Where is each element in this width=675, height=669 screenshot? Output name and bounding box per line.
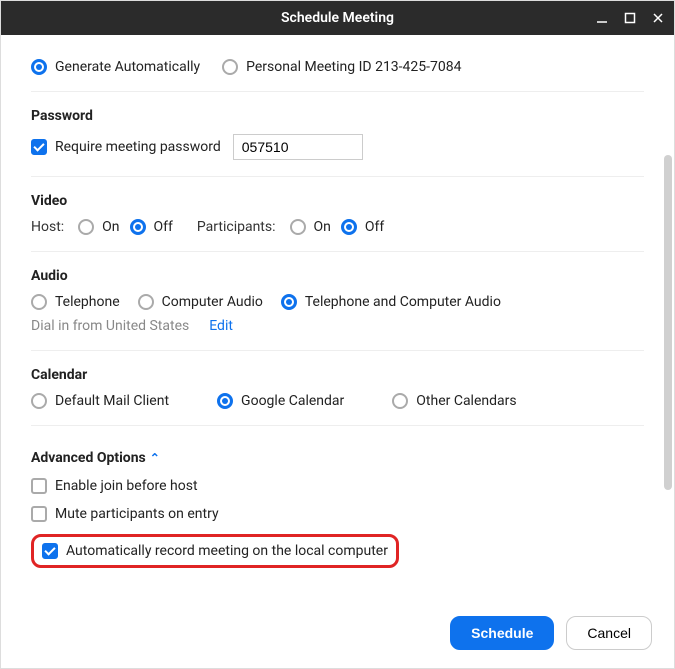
calendar-google-radio[interactable]: Google Calendar (217, 393, 344, 409)
scrollbar[interactable] (664, 155, 672, 490)
meeting-id-personal-label: Personal Meeting ID 213-425-7084 (246, 59, 461, 75)
audio-both-radio[interactable]: Telephone and Computer Audio (281, 294, 501, 310)
video-participants-label: Participants: (197, 219, 276, 235)
video-host-off-radio[interactable]: Off (130, 219, 173, 235)
require-password-label: Require meeting password (55, 139, 221, 155)
video-host-label: Host: (31, 219, 64, 235)
close-button[interactable] (648, 8, 668, 28)
content-area: Generate Automatically Personal Meeting … (1, 35, 674, 610)
chevron-up-icon: ⌃ (150, 451, 160, 465)
minimize-button[interactable] (592, 8, 612, 28)
audio-telephone-radio[interactable]: Telephone (31, 294, 120, 310)
password-section-label: Password (31, 108, 644, 124)
audio-section-label: Audio (31, 268, 644, 284)
audio-computer-radio[interactable]: Computer Audio (138, 294, 263, 310)
password-input[interactable] (233, 134, 363, 160)
auto-record-checkbox[interactable]: Automatically record meeting on the loca… (42, 543, 388, 559)
cancel-button[interactable]: Cancel (566, 616, 652, 650)
schedule-button[interactable]: Schedule (450, 616, 554, 650)
footer: Schedule Cancel (1, 610, 674, 668)
window-title: Schedule Meeting (281, 10, 394, 26)
advanced-options-toggle[interactable]: Advanced Options ⌃ (31, 450, 160, 466)
calendar-other-radio[interactable]: Other Calendars (392, 393, 516, 409)
video-host-on-radio[interactable]: On (78, 219, 119, 235)
video-participants-on-radio[interactable]: On (290, 219, 331, 235)
dial-in-label: Dial in from United States (31, 318, 189, 334)
require-password-checkbox[interactable]: Require meeting password (31, 139, 221, 155)
dial-in-edit-link[interactable]: Edit (209, 318, 233, 334)
enable-join-before-host-checkbox[interactable]: Enable join before host (31, 478, 198, 494)
meeting-id-generate-radio[interactable]: Generate Automatically (31, 59, 200, 75)
meeting-id-generate-label: Generate Automatically (55, 59, 200, 75)
video-participants-off-radio[interactable]: Off (341, 219, 384, 235)
schedule-meeting-window: Schedule Meeting Generate Automatically … (0, 0, 675, 669)
mute-participants-checkbox[interactable]: Mute participants on entry (31, 506, 219, 522)
video-section-label: Video (31, 193, 644, 209)
calendar-default-radio[interactable]: Default Mail Client (31, 393, 169, 409)
maximize-button[interactable] (620, 8, 640, 28)
meeting-id-personal-radio[interactable]: Personal Meeting ID 213-425-7084 (222, 59, 461, 75)
advanced-options-label: Advanced Options (31, 450, 146, 466)
titlebar: Schedule Meeting (1, 1, 674, 35)
auto-record-highlight: Automatically record meeting on the loca… (31, 534, 399, 568)
calendar-section-label: Calendar (31, 367, 644, 383)
